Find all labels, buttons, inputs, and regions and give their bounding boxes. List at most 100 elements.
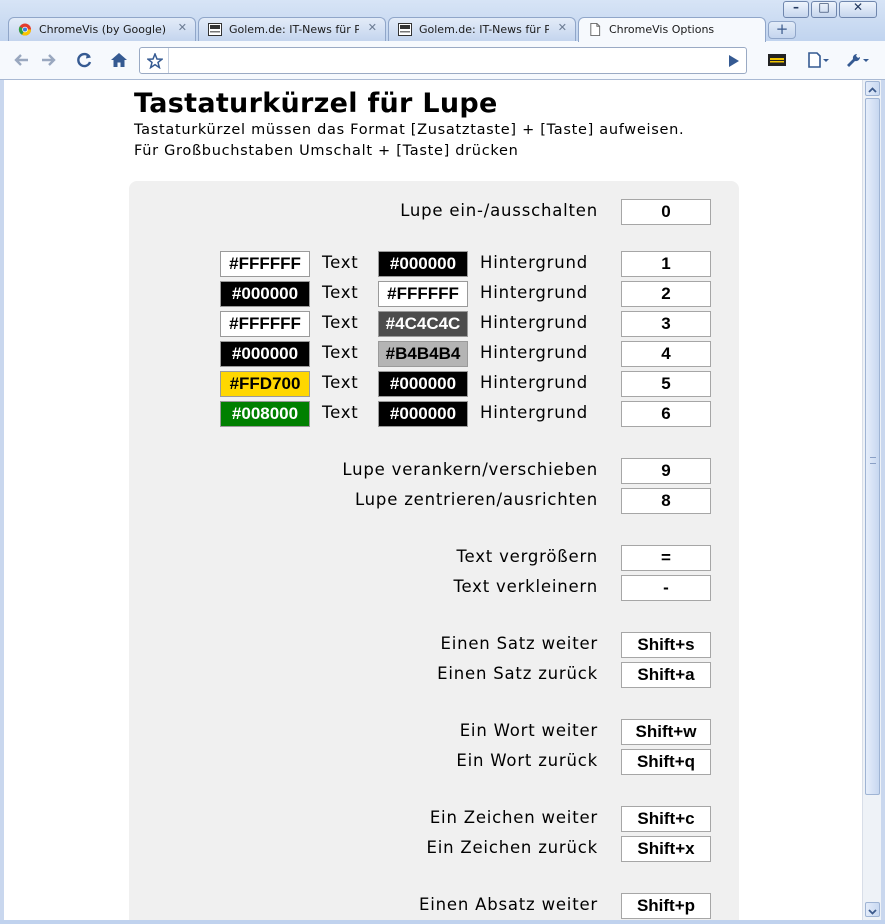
scroll-up-button[interactable]: [865, 81, 880, 96]
color-scheme-row: #000000 Text #FFFFFF Hintergrund 2: [129, 281, 739, 307]
tab-chromevis-options[interactable]: ChromeVis Options: [578, 17, 766, 42]
shortcut-key-input[interactable]: Shift+a: [621, 662, 711, 688]
tab-golem-2[interactable]: Golem.de: IT-News für Pr... ✕: [388, 17, 576, 41]
plus-icon: +: [775, 20, 789, 38]
shortcut-key-input[interactable]: Shift+x: [621, 836, 711, 862]
address-bar[interactable]: [139, 47, 747, 74]
text-color-swatch[interactable]: #000000: [220, 341, 310, 367]
forward-button[interactable]: [36, 48, 62, 72]
background-color-swatch[interactable]: #B4B4B4: [378, 341, 468, 367]
home-icon: [111, 53, 127, 67]
scroll-down-button[interactable]: [865, 902, 880, 917]
shortcut-row-next-sentence: Einen Satz weiter Shift+s: [129, 632, 739, 658]
intro-uppercase-hint: Für Großbuchstaben Umschalt + [Taste] dr…: [134, 143, 519, 159]
color-scheme-row: #FFFFFF Text #000000 Hintergrund 1: [129, 251, 739, 277]
home-button[interactable]: [106, 48, 132, 72]
tools-menu-button[interactable]: [841, 48, 873, 72]
maximize-button[interactable]: □: [811, 0, 837, 18]
tab-close-icon[interactable]: ✕: [558, 21, 567, 34]
shortcut-key-input[interactable]: Shift+c: [621, 806, 711, 832]
shortcut-label: Einen Absatz weiter: [419, 895, 598, 914]
intro-text: Tastaturkürzel müssen das Format [Zusatz…: [134, 120, 694, 162]
text-word: Text: [322, 283, 359, 302]
tab-label: Golem.de: IT-News für P...: [229, 23, 359, 36]
background-word: Hintergrund: [480, 253, 589, 272]
shortcut-key-input[interactable]: 3: [621, 311, 711, 337]
text-color-swatch[interactable]: #000000: [220, 281, 310, 307]
shortcut-key-input[interactable]: Shift+w: [621, 719, 711, 745]
text-color-swatch[interactable]: #FFD700: [220, 371, 310, 397]
shortcut-key-input[interactable]: 2: [621, 281, 711, 307]
background-color-swatch[interactable]: #000000: [378, 401, 468, 427]
background-color-swatch[interactable]: #000000: [378, 371, 468, 397]
minimize-icon: –: [793, 0, 799, 14]
color-scheme-row: #000000 Text #B4B4B4 Hintergrund 4: [129, 341, 739, 367]
grip-icon: [870, 457, 876, 464]
tab-close-icon[interactable]: ✕: [368, 21, 377, 34]
tab-close-icon[interactable]: ✕: [178, 21, 187, 34]
maximize-icon: □: [818, 0, 830, 14]
close-window-button[interactable]: ✕: [839, 0, 877, 18]
shortcut-label: Lupe ein-/ausschalten: [400, 201, 598, 220]
shortcut-key-input[interactable]: 4: [621, 341, 711, 367]
minimize-button[interactable]: –: [783, 0, 809, 18]
bookmark-star-button[interactable]: [141, 48, 169, 73]
window-titlebar: – □ ✕ ChromeVis (by Google) - ... ✕ Gole…: [0, 0, 885, 46]
reload-button[interactable]: [72, 48, 98, 72]
text-color-swatch[interactable]: #FFFFFF: [220, 311, 310, 337]
color-scheme-row: #FFD700 Text #000000 Hintergrund 5: [129, 371, 739, 397]
back-button[interactable]: [8, 48, 34, 72]
page-title: Tastaturkürzel für Lupe: [134, 88, 498, 119]
shortcut-key-input[interactable]: 5: [621, 371, 711, 397]
shortcut-key-input[interactable]: 0: [621, 199, 711, 225]
reload-icon: [77, 52, 92, 68]
background-word: Hintergrund: [480, 313, 589, 332]
shortcut-label: Einen Satz weiter: [440, 634, 598, 653]
shortcut-key-input[interactable]: Shift+p: [621, 893, 711, 919]
tab-label: ChromeVis Options: [609, 23, 715, 36]
extension-icon: [768, 54, 786, 66]
shortcut-row-prev-sentence: Einen Satz zurück Shift+a: [129, 662, 739, 688]
background-color-swatch[interactable]: #000000: [378, 251, 468, 277]
shortcut-key-input[interactable]: Shift+q: [621, 749, 711, 775]
go-icon[interactable]: [728, 54, 740, 68]
shortcut-key-input[interactable]: 1: [621, 251, 711, 277]
text-color-swatch[interactable]: #008000: [220, 401, 310, 427]
shortcut-key-input[interactable]: 8: [621, 488, 711, 514]
shortcut-row-prev-char: Ein Zeichen zurück Shift+x: [129, 836, 739, 862]
page-menu-button[interactable]: [803, 48, 833, 72]
window-frame-bottom: [0, 920, 885, 924]
window-controls: – □ ✕: [783, 0, 877, 18]
shortcut-row-anchor: Lupe verankern/verschieben 9: [129, 458, 739, 484]
background-word: Hintergrund: [480, 403, 589, 422]
shortcut-key-input[interactable]: 6: [621, 401, 711, 427]
scroll-thumb[interactable]: [865, 98, 880, 795]
shortcut-label: Text verkleinern: [453, 577, 598, 596]
page-menu-icon: [808, 52, 829, 68]
shortcut-key-input[interactable]: 9: [621, 458, 711, 484]
shortcut-key-input[interactable]: =: [621, 545, 711, 571]
close-icon: ✕: [852, 0, 864, 14]
intro-format-hint: Tastaturkürzel müssen das Format [Zusatz…: [134, 122, 685, 138]
shortcut-row-next-word: Ein Wort weiter Shift+w: [129, 719, 739, 745]
tab-label: ChromeVis (by Google) - ...: [39, 23, 169, 36]
chrome-icon: [18, 23, 32, 36]
text-color-swatch[interactable]: #FFFFFF: [220, 251, 310, 277]
shortcut-key-input[interactable]: Shift+s: [621, 632, 711, 658]
background-color-swatch[interactable]: #FFFFFF: [378, 281, 468, 307]
chevron-up-icon: [868, 87, 877, 93]
shortcut-row-prev-word: Ein Wort zurück Shift+q: [129, 749, 739, 775]
shortcut-label: Ein Zeichen zurück: [426, 838, 598, 857]
new-tab-button[interactable]: +: [768, 20, 796, 39]
background-color-swatch[interactable]: #4C4C4C: [378, 311, 468, 337]
shortcut-key-input[interactable]: -: [621, 575, 711, 601]
shortcut-row-zoom-in: Text vergrößern =: [129, 545, 739, 571]
extension-button[interactable]: [763, 48, 789, 72]
text-word: Text: [322, 403, 359, 422]
tab-chromevis[interactable]: ChromeVis (by Google) - ... ✕: [8, 17, 196, 41]
text-word: Text: [322, 313, 359, 332]
shortcut-row-next-char: Ein Zeichen weiter Shift+c: [129, 806, 739, 832]
vertical-scrollbar[interactable]: [862, 80, 881, 920]
tab-golem-1[interactable]: Golem.de: IT-News für P... ✕: [198, 17, 386, 41]
background-word: Hintergrund: [480, 343, 589, 362]
